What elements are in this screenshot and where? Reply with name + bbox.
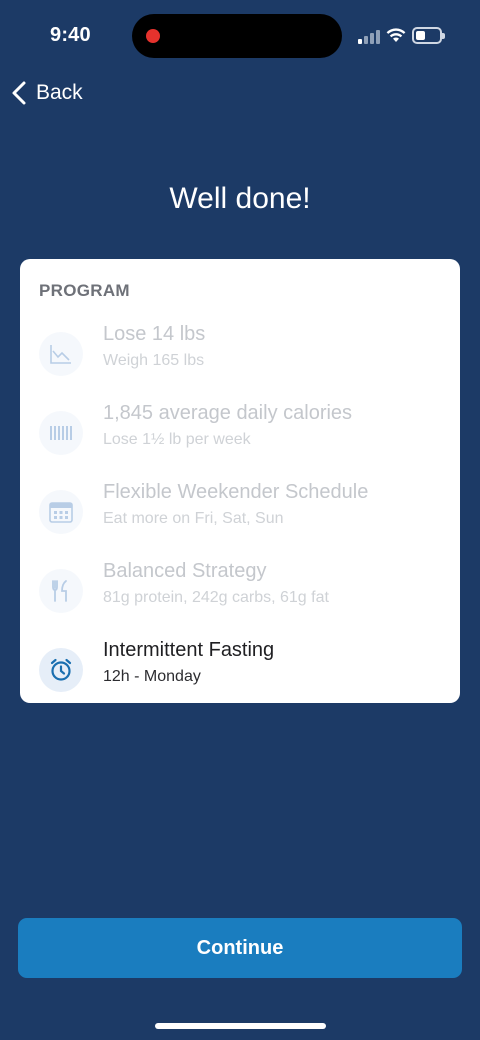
item-label: Intermittent Fasting: [103, 639, 275, 661]
item-sublabel: Lose 1½ lb per week: [103, 431, 251, 448]
item-sublabel: 12h - Monday: [103, 668, 201, 685]
recording-indicator-icon: [146, 29, 160, 43]
program-card: PROGRAM Lose 14 lbs Weigh 165 lbs 1,845 …: [20, 259, 460, 703]
item-label: Lose 14 lbs: [103, 323, 206, 345]
barcode-icon: [39, 411, 83, 455]
item-sublabel: 81g protein, 242g carbs, 61g fat: [103, 589, 329, 606]
chart-trend-icon: [39, 332, 83, 376]
status-bar: 9:40: [0, 0, 480, 72]
item-sublabel: Weigh 165 lbs: [103, 352, 205, 369]
dynamic-island: [132, 14, 342, 58]
page-title: Well done!: [169, 182, 311, 215]
program-item-schedule[interactable]: Flexible Weekender Schedule Eat more on …: [39, 481, 449, 551]
fork-knife-icon: [39, 569, 83, 613]
item-sublabel: Eat more on Fri, Sat, Sun: [103, 510, 284, 527]
program-item-calories[interactable]: 1,845 average daily calories Lose 1½ lb …: [39, 402, 449, 472]
continue-button[interactable]: Continue: [18, 918, 462, 978]
home-indicator[interactable]: [155, 1023, 326, 1029]
wifi-icon: [386, 28, 406, 42]
status-time: 9:40: [50, 24, 91, 46]
cellular-signal-icon: [358, 28, 380, 44]
program-item-weight-goal[interactable]: Lose 14 lbs Weigh 165 lbs: [39, 323, 449, 393]
calendar-icon: [39, 490, 83, 534]
battery-icon: [412, 27, 445, 44]
item-label: Flexible Weekender Schedule: [103, 481, 369, 503]
program-item-fasting[interactable]: Intermittent Fasting 12h - Monday: [39, 639, 449, 709]
alarm-clock-icon: [39, 648, 83, 692]
back-label: Back: [36, 81, 83, 104]
back-button[interactable]: Back: [10, 78, 83, 108]
card-header: PROGRAM: [39, 281, 130, 300]
program-item-strategy[interactable]: Balanced Strategy 81g protein, 242g carb…: [39, 560, 449, 630]
item-label: Balanced Strategy: [103, 560, 267, 582]
item-label: 1,845 average daily calories: [103, 402, 353, 424]
chevron-left-icon: [12, 81, 26, 105]
